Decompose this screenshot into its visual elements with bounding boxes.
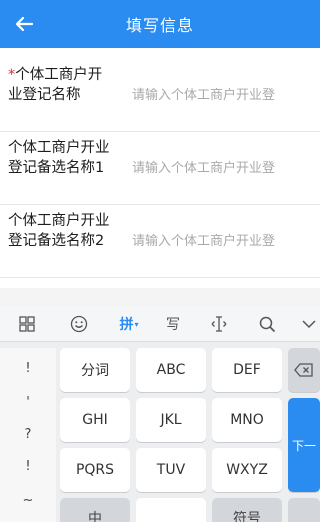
field-label-business-name: *个体工商户开业登记名称 bbox=[8, 67, 103, 103]
symbols-key[interactable]: 符号 bbox=[212, 498, 282, 522]
chevron-down-icon: ▾ bbox=[134, 319, 139, 329]
enter-key[interactable] bbox=[288, 498, 320, 522]
key-ghi[interactable]: GHI bbox=[60, 398, 130, 442]
form-keyboard-gap bbox=[0, 288, 320, 306]
grid-icon[interactable] bbox=[12, 310, 42, 338]
form-row-alt-name-1: 个体工商户开业登记备选名称1 bbox=[0, 132, 320, 205]
chinese-mode-key[interactable]: 中 bbox=[60, 498, 130, 522]
symbol-key[interactable]: ~ bbox=[0, 486, 56, 514]
space-key[interactable] bbox=[136, 498, 206, 522]
handwrite-mode-button[interactable]: 写 bbox=[158, 310, 188, 338]
text-cursor-icon[interactable] bbox=[204, 310, 234, 338]
key-abc[interactable]: ABC bbox=[136, 348, 206, 392]
smiley-icon[interactable] bbox=[64, 310, 94, 338]
chevron-down-icon[interactable] bbox=[298, 310, 320, 338]
form-row-business-name: *个体工商户开业登记名称 bbox=[0, 59, 320, 132]
soft-keyboard: 拼 ▾ 写 ! ' ? ! ~ 分词 ABC DEF GHI JKL MNO 下一… bbox=[0, 306, 320, 522]
keyboard-toolbar: 拼 ▾ 写 bbox=[0, 306, 320, 342]
page-title: 填写信息 bbox=[125, 16, 194, 35]
symbol-column[interactable]: ! ' ? ! ~ bbox=[0, 348, 56, 522]
key-pqrs[interactable]: PQRS bbox=[60, 448, 130, 492]
delete-key[interactable] bbox=[288, 348, 320, 392]
symbol-key[interactable]: ? bbox=[0, 420, 56, 448]
key-mno[interactable]: MNO bbox=[212, 398, 282, 442]
symbol-key[interactable]: ' bbox=[0, 388, 56, 416]
key-fenci[interactable]: 分词 bbox=[60, 348, 130, 392]
arrow-left-icon bbox=[15, 16, 33, 32]
next-key[interactable]: 下一 bbox=[288, 398, 320, 492]
alt-name-1-input[interactable] bbox=[132, 157, 320, 179]
symbol-key[interactable]: ! bbox=[0, 354, 56, 382]
pinyin-mode-button[interactable]: 拼 ▾ bbox=[112, 310, 146, 338]
info-form: *个体工商户开业登记名称 个体工商户开业登记备选名称1 个体工商户开业登记备选名… bbox=[0, 59, 320, 278]
search-icon[interactable] bbox=[252, 310, 282, 338]
app-header: 填写信息 bbox=[0, 0, 320, 48]
field-label-alt-name-2: 个体工商户开业登记备选名称2 bbox=[8, 213, 110, 249]
business-name-input[interactable] bbox=[132, 84, 320, 106]
form-row-alt-name-2: 个体工商户开业登记备选名称2 bbox=[0, 205, 320, 278]
key-def[interactable]: DEF bbox=[212, 348, 282, 392]
field-label-alt-name-1: 个体工商户开业登记备选名称1 bbox=[8, 140, 110, 176]
key-wxyz[interactable]: WXYZ bbox=[212, 448, 282, 492]
alt-name-2-input[interactable] bbox=[132, 230, 320, 252]
symbol-key[interactable]: ! bbox=[0, 452, 56, 480]
backspace-icon bbox=[294, 363, 313, 377]
back-button[interactable] bbox=[12, 12, 36, 36]
key-tuv[interactable]: TUV bbox=[136, 448, 206, 492]
key-jkl[interactable]: JKL bbox=[136, 398, 206, 442]
